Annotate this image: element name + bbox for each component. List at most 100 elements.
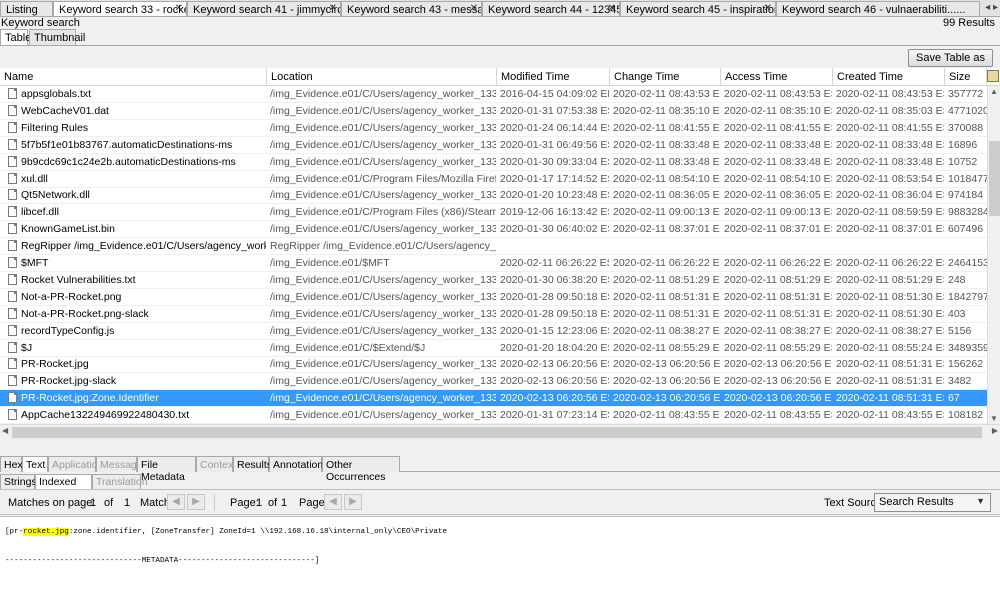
next-match-button[interactable]: ▶	[187, 494, 205, 510]
cell-chg	[610, 238, 720, 255]
scroll-right-icon[interactable]: ▶	[992, 426, 998, 435]
scroll-up-icon[interactable]: ▲	[990, 87, 998, 96]
arrow-right-icon: ▶	[349, 496, 357, 507]
tab-indexed-text[interactable]: Indexed Text	[35, 474, 92, 500]
column-header-location[interactable]: Location	[267, 68, 497, 86]
tab-other-occurrences[interactable]: Other Occurrences	[322, 456, 400, 483]
tab-label: Keyword search 46 - vulnaerabiliti......	[782, 4, 966, 16]
cell-chg: 2020-02-11 09:00:13 EST	[613, 206, 720, 219]
close-icon[interactable]: ✕	[470, 3, 478, 14]
tab-strings[interactable]: Strings	[0, 474, 37, 489]
tab-keyword-search-43[interactable]: Keyword search 43 - message ✕	[341, 1, 482, 16]
table-row[interactable]: appsglobals.txt/img_Evidence.e01/C/Users…	[0, 86, 987, 103]
column-header-access-time[interactable]: Access Time	[721, 68, 833, 86]
table-row[interactable]: Not-a-PR-Rocket.png-slack/img_Evidence.e…	[0, 306, 987, 323]
tab-annotations[interactable]: Annotations	[269, 456, 328, 472]
previous-match-button[interactable]: ◀	[167, 494, 185, 510]
tab-scroll-arrows-icon[interactable]: ◂ ▸	[985, 2, 998, 13]
cell-size: 357772	[948, 88, 984, 100]
column-chooser-icon[interactable]	[987, 70, 999, 82]
cell-loc: /img_Evidence.e01/C/Users/agency_worker_…	[270, 88, 496, 100]
table-row[interactable]: libcef.dll/img_Evidence.e01/C/Program Fi…	[0, 204, 987, 222]
table-row[interactable]: $J/img_Evidence.e01/C/$Extend/$J 2020-01-…	[0, 340, 987, 357]
table-row[interactable]: 9b9cdc69c1c24e2b.automaticDestinations-m…	[0, 154, 987, 171]
cell-loc: /img_Evidence.e01/C/Users/agency_worker_…	[270, 392, 496, 405]
tab-keyword-search-45[interactable]: Keyword search 45 - inspirational ✕	[620, 1, 776, 16]
table-row[interactable]: WebCacheV01.dat/img_Evidence.e01/C/Users…	[0, 103, 987, 120]
cell-size: 1842797	[948, 290, 987, 303]
cell-text: KnownGameList.bin	[21, 223, 115, 236]
table-row[interactable]: 5f7b5f1e01b83767.automaticDestinations-m…	[0, 137, 987, 154]
column-header-created-time[interactable]: Created Time	[833, 68, 945, 86]
pane-splitter[interactable]	[0, 440, 1000, 456]
table-row[interactable]: Qt5Network.dll/img_Evidence.e01/C/Users/…	[0, 187, 987, 205]
tab-file-metadata[interactable]: File Metadata	[137, 456, 196, 483]
cell-name: $MFT	[0, 255, 266, 272]
column-header-change-time[interactable]: Change Time	[610, 68, 721, 86]
column-header-size[interactable]: Size	[945, 68, 987, 86]
cell-mod: 2020-01-30 06:38:20 EST	[500, 273, 609, 286]
table-row[interactable]: AppCache132249469922480430.txt/img_Evide…	[0, 407, 987, 425]
scroll-down-icon[interactable]: ▼	[990, 414, 998, 423]
cell-text: RegRipper /img_Evidence.e01/C/Users/agen…	[21, 240, 266, 253]
scrollbar-thumb[interactable]	[12, 427, 982, 438]
tab-table[interactable]: Table	[0, 29, 31, 45]
cell-mod: 2020-01-28 09:50:18 EST	[500, 307, 609, 320]
tab-keyword-search-46[interactable]: Keyword search 46 - vulnaerabiliti......	[776, 1, 980, 16]
table-row[interactable]: RegRipper /img_Evidence.e01/C/Users/agen…	[0, 238, 987, 256]
cell-chg: 2020-02-11 08:51:29 EST	[613, 273, 720, 286]
table-row[interactable]: Filtering Rules/img_Evidence.e01/C/Users…	[0, 120, 987, 137]
table-row[interactable]: PR-Rocket.jpg:Zone.Identifier/img_Eviden…	[0, 390, 987, 408]
tab-thumbnail[interactable]: Thumbnail	[29, 29, 85, 45]
cell-mod: 2020-01-31 06:49:56 EST	[500, 138, 609, 151]
cell-mod: 2016-04-15 04:09:02 EDT	[500, 88, 609, 100]
close-icon[interactable]: ✕	[175, 3, 183, 14]
close-icon[interactable]: ✕	[329, 3, 337, 14]
tab-hex[interactable]: Hex	[0, 456, 23, 472]
tab-listing[interactable]: Listing	[0, 1, 53, 16]
close-icon[interactable]: ✕	[608, 3, 616, 14]
cell-mod: 2020-01-15 12:23:06 EST	[500, 324, 609, 337]
tab-label: Keyword search 44 - 123456	[488, 4, 620, 16]
cell-mod	[497, 238, 609, 255]
cell-name: Filtering Rules	[0, 120, 266, 137]
table-row[interactable]: PR-Rocket.jpg/img_Evidence.e01/C/Users/a…	[0, 356, 987, 374]
table-row[interactable]: recordTypeConfig.js/img_Evidence.e01/C/U…	[0, 323, 987, 340]
table-row[interactable]: KnownGameList.bin/img_Evidence.e01/C/Use…	[0, 221, 987, 239]
cell-name: PR-Rocket.jpg	[0, 356, 266, 373]
scrollbar-thumb[interactable]	[989, 141, 1000, 216]
tab-results[interactable]: Results	[233, 456, 272, 472]
scroll-left-icon[interactable]: ◀	[2, 426, 8, 435]
column-header-modified-time[interactable]: Modified Time	[497, 68, 610, 86]
next-page-button[interactable]: ▶	[344, 494, 362, 510]
cell-chg: 2020-02-11 08:43:53 EST	[613, 88, 720, 100]
column-header-name[interactable]: Name	[0, 68, 267, 86]
text-source-value: Search Results	[879, 496, 954, 508]
vertical-scrollbar[interactable]: ▲ ▼	[987, 86, 1000, 424]
save-table-csv-button[interactable]: Save Table as CSV	[908, 49, 993, 80]
tab-keyword-search-44[interactable]: Keyword search 44 - 123456 ✕	[482, 1, 620, 16]
close-icon[interactable]: ✕	[764, 3, 772, 14]
indexed-text-content[interactable]: [pr-rocket.jpg:zone.identifier, [ZoneTra…	[0, 516, 1000, 608]
tab-label: Keyword search 41 - jimmycircles	[193, 4, 341, 16]
tab-keyword-search-41[interactable]: Keyword search 41 - jimmycircles ✕	[187, 1, 341, 16]
results-title: Keyword search	[1, 17, 80, 29]
previous-page-button[interactable]: ◀	[324, 494, 342, 510]
horizontal-scrollbar[interactable]: ◀ ▶	[0, 424, 1000, 440]
file-icon	[8, 138, 17, 150]
table-row[interactable]: Not-a-PR-Rocket.png/img_Evidence.e01/C/U…	[0, 289, 987, 306]
table-row[interactable]: PR-Rocket.jpg-slack/img_Evidence.e01/C/U…	[0, 373, 987, 391]
tab-text[interactable]: Text	[22, 456, 48, 472]
tab-label: Keyword search 45 - inspirational	[626, 4, 776, 16]
table-row[interactable]: xul.dll/img_Evidence.e01/C/Program Files…	[0, 171, 987, 188]
cell-size: 607496	[948, 223, 984, 236]
table-row[interactable]: Rocket Vulnerabilities.txt/img_Evidence.…	[0, 272, 987, 289]
table-row[interactable]: $MFT/img_Evidence.e01/$MFT 2020-02-11 06:…	[0, 255, 987, 272]
tab-keyword-search-33[interactable]: Keyword search 33 - rocket ✕	[53, 1, 187, 16]
cell-chg: 2020-02-13 06:20:56 EST	[613, 358, 720, 371]
cell-text: Qt5Network.dll	[21, 189, 90, 202]
arrow-left-icon: ◀	[329, 496, 337, 507]
cell-name: Rocket Vulnerabilities.txt	[0, 272, 266, 289]
cell-cre: 2020-02-11 08:51:29 EST	[836, 273, 944, 286]
text-source-dropdown[interactable]: Search Results ▼	[874, 493, 991, 512]
